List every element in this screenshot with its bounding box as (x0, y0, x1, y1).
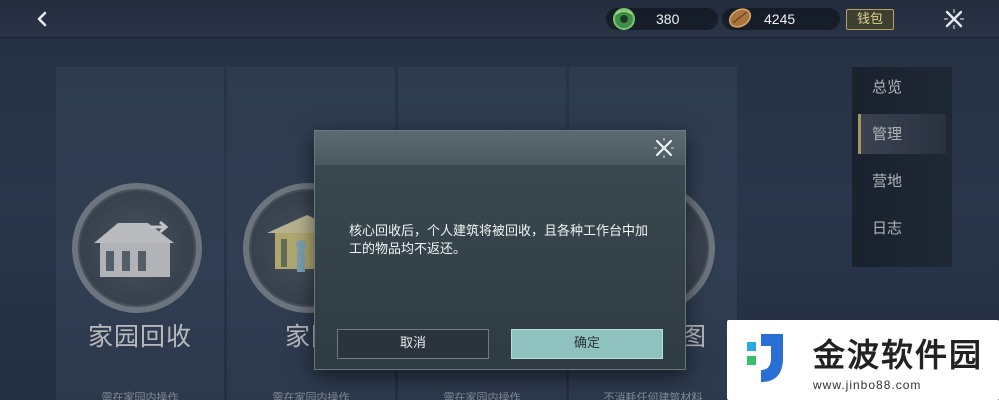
dialog-close-button[interactable] (651, 135, 677, 161)
wallet-button[interactable]: 钱包 (846, 9, 894, 30)
watermark-logo: 金波软件园 www.jinbo88.com (727, 320, 999, 400)
dialog-message: 核心回收后，个人建筑将被回收，且各种工作台中加工的物品均不返还。 (349, 224, 649, 257)
seed-icon (726, 5, 754, 35)
jade-coin-icon (610, 6, 638, 36)
dialog-header (315, 131, 685, 165)
close-button[interactable] (940, 5, 968, 33)
confirm-dialog: 核心回收后，个人建筑将被回收，且各种工作台中加工的物品均不返还。 取消 确定 (314, 130, 686, 370)
logo-icon (747, 334, 783, 382)
top-bar: 380 4245 钱包 (0, 0, 999, 38)
close-icon (944, 9, 964, 29)
seed-amount: 4245 (764, 11, 796, 27)
jade-currency: 380 (606, 8, 718, 30)
seed-currency: 4245 (722, 8, 840, 30)
confirm-button[interactable]: 确定 (511, 329, 663, 359)
close-icon (654, 138, 674, 158)
back-arrow-icon (37, 11, 47, 27)
logo-name: 金波软件园 (813, 336, 984, 374)
cancel-button[interactable]: 取消 (337, 329, 489, 359)
logo-url: www.jinbo88.com (813, 378, 922, 392)
back-button[interactable] (28, 6, 58, 32)
jade-amount: 380 (656, 11, 680, 27)
